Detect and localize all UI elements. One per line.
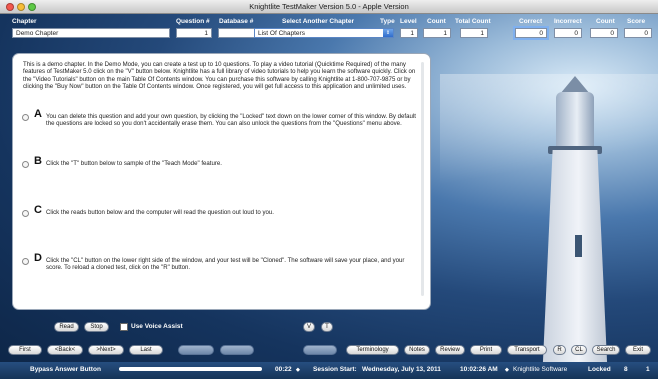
timer-arrow-icon: ◆: [296, 367, 300, 373]
answer-d-text: Click the "CL" button on the lower right…: [46, 257, 405, 272]
session-start-label: Session Start:: [313, 366, 357, 373]
window-title: Knightlite TestMaker Version 5.0 - Apple…: [249, 2, 409, 11]
incorrect-field[interactable]: 0: [554, 28, 582, 38]
video-tutorial-button[interactable]: V: [303, 322, 315, 332]
blank-button-2[interactable]: [220, 345, 254, 355]
panel-scrollbar[interactable]: [421, 62, 424, 296]
first-button[interactable]: First: [8, 345, 42, 355]
question-text: This is a demo chapter. In the Demo Mode…: [23, 61, 416, 90]
last-button[interactable]: Last: [129, 345, 163, 355]
answer-d-letter: D: [34, 252, 42, 264]
locked-toggle[interactable]: Locked: [588, 366, 611, 373]
level-label: Level: [400, 18, 417, 25]
lighthouse-lantern: [556, 92, 594, 150]
light-beam: [440, 74, 658, 194]
count2-field[interactable]: 0: [590, 28, 618, 38]
answer-a-radio[interactable]: [22, 114, 29, 121]
back-button[interactable]: <Back<: [47, 345, 83, 355]
correct-field[interactable]: 0: [515, 28, 547, 38]
timer-progress-bar: [119, 367, 262, 371]
window-titlebar: Knightlite TestMaker Version 5.0 - Apple…: [0, 0, 658, 14]
question-panel: This is a demo chapter. In the Demo Mode…: [12, 53, 431, 310]
review-button[interactable]: Review: [435, 345, 465, 355]
print-button[interactable]: Print: [470, 345, 502, 355]
voice-assist-checkbox[interactable]: [120, 323, 128, 331]
chapter-label: Chapter: [12, 18, 37, 25]
teach-mode-button[interactable]: T: [321, 322, 333, 332]
bypass-answer-button[interactable]: Bypass Answer Button: [30, 366, 101, 373]
read-button[interactable]: Read: [54, 322, 79, 332]
chapter-field[interactable]: Demo Chapter: [12, 28, 170, 38]
search-button[interactable]: Search: [592, 345, 620, 355]
clone-button[interactable]: CL: [571, 345, 587, 355]
score-field[interactable]: 0: [624, 28, 652, 38]
answer-c-radio[interactable]: [22, 210, 29, 217]
status-count-a: 8: [624, 366, 628, 373]
another-chapter-label: Select Another Chapter: [282, 18, 354, 25]
total-count-field[interactable]: 1: [460, 28, 488, 38]
score-label: Score: [627, 18, 646, 25]
answer-b-letter: B: [34, 155, 42, 167]
question-number-field[interactable]: 1: [176, 28, 212, 38]
chapter-select[interactable]: List Of Chapters ⇕: [254, 28, 394, 38]
total-count-label: Total Count: [455, 18, 491, 25]
status-count-b: 1: [646, 366, 650, 373]
count-label: Count: [427, 18, 446, 25]
blank-button-3[interactable]: [303, 345, 337, 355]
answer-b-text: Click the "T" button below to sample of …: [46, 160, 222, 167]
level-field[interactable]: 1: [400, 28, 418, 38]
chapter-select-value: List Of Chapters: [258, 30, 305, 37]
terminology-button[interactable]: Terminology: [346, 345, 399, 355]
transport-button[interactable]: Transport: [507, 345, 547, 355]
answer-b-radio[interactable]: [22, 161, 29, 168]
type-label: Type: [380, 18, 395, 25]
answer-c-letter: C: [34, 204, 42, 216]
stop-button[interactable]: Stop: [84, 322, 109, 332]
count-field[interactable]: 1: [423, 28, 451, 38]
select-arrows-icon: ⇕: [383, 29, 393, 37]
answer-a-text: You can delete this question and add you…: [46, 113, 416, 128]
lighthouse-window: [575, 235, 582, 257]
voice-assist-label: Use Voice Assist: [131, 323, 183, 330]
answer-a-letter: A: [34, 108, 42, 120]
answer-d-radio[interactable]: [22, 258, 29, 265]
exit-button[interactable]: Exit: [625, 345, 651, 355]
session-date: Wednesday, July 13, 2011: [362, 366, 441, 373]
correct-label: Correct: [519, 18, 543, 25]
session-time: 10:02:26 AM: [460, 366, 498, 373]
timer-value: 00:22: [275, 366, 292, 373]
database-number-label: Database #: [219, 18, 254, 25]
question-number-label: Question #: [176, 18, 210, 25]
incorrect-label: Incorrect: [554, 18, 582, 25]
answer-c-text: Click the reads button below and the com…: [46, 209, 274, 216]
blank-button-1[interactable]: [178, 345, 214, 355]
reload-button[interactable]: R: [553, 345, 566, 355]
next-button[interactable]: >Next>: [88, 345, 124, 355]
company-name: Knightlite Software: [513, 366, 568, 373]
notes-button[interactable]: Notes: [404, 345, 430, 355]
status-arrow-icon: ◆: [505, 367, 509, 373]
count2-label: Count: [596, 18, 615, 25]
